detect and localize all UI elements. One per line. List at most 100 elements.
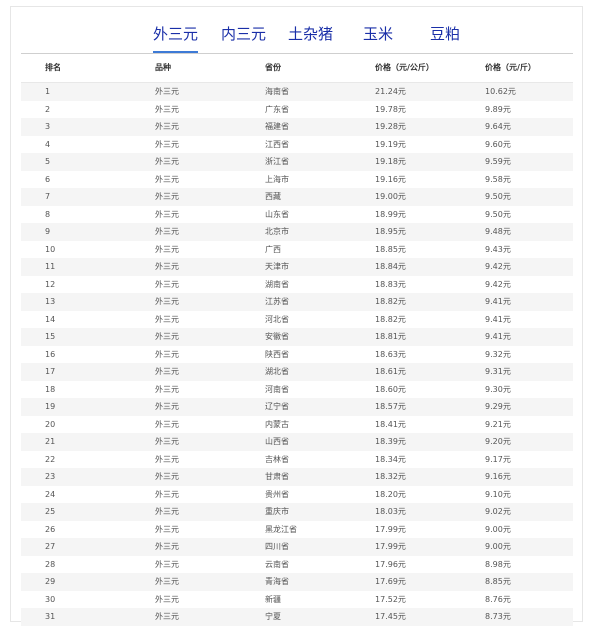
cell-rank: 28	[45, 559, 56, 569]
table-row: 5 外三元 浙江省 19.18元 9.59元	[21, 153, 573, 171]
cell-rank: 1	[45, 87, 51, 96]
cell-price-kg: 18.39元	[375, 437, 406, 446]
cell-price-jin: 8.76元	[485, 594, 511, 604]
cell-breed: 外三元	[155, 384, 179, 394]
cell-rank: 25	[45, 507, 56, 516]
cell-breed: 外三元	[155, 402, 179, 411]
cell-breed: 外三元	[155, 279, 179, 289]
cell-price-jin: 9.00元	[485, 524, 511, 534]
cell-province: 河南省	[265, 384, 289, 394]
tab-tu-za-zhu[interactable]: 土杂猪	[288, 19, 333, 51]
tab-yu-mi[interactable]: 玉米	[363, 19, 393, 51]
cell-province: 内蒙古	[265, 419, 289, 429]
table-row: 8 外三元 山东省 18.99元 9.50元	[21, 206, 573, 224]
cell-price-kg: 19.19元	[375, 139, 406, 149]
cell-province: 吉林省	[265, 454, 289, 464]
cell-price-jin: 9.48元	[485, 227, 511, 236]
cell-rank: 29	[45, 577, 56, 586]
tab-nei-san-yuan[interactable]: 内三元	[221, 19, 266, 51]
cell-price-jin: 8.73元	[485, 612, 511, 621]
cell-price-kg: 19.00元	[375, 192, 406, 201]
price-panel: 外三元 内三元 土杂猪 玉米 豆粕 排名 品种 省份 价格（元/公斤） 价格（元…	[10, 6, 584, 626]
cell-breed: 外三元	[155, 349, 179, 359]
cell-rank: 7	[45, 192, 51, 201]
table-row: 22 外三元 吉林省 18.34元 9.17元	[21, 451, 573, 469]
cell-rank: 12	[45, 279, 56, 289]
cell-province: 山东省	[265, 209, 289, 219]
cell-province: 浙江省	[265, 157, 289, 166]
cell-price-jin: 8.98元	[485, 559, 511, 569]
table-row: 28 外三元 云南省 17.96元 8.98元	[21, 556, 573, 574]
table-row: 31 外三元 宁夏 17.45元 8.73元	[21, 608, 573, 626]
cell-province: 辽宁省	[265, 402, 289, 411]
cell-province: 湖南省	[265, 279, 289, 289]
cell-breed: 外三元	[155, 559, 179, 569]
cell-rank: 24	[45, 489, 56, 499]
category-tabs: 外三元 内三元 土杂猪 玉米 豆粕	[11, 19, 584, 53]
cell-price-kg: 19.78元	[375, 104, 406, 114]
cell-price-kg: 18.32元	[375, 472, 406, 481]
cell-price-jin: 9.42元	[485, 262, 511, 271]
cell-province: 黑龙江省	[265, 524, 297, 534]
cell-rank: 30	[45, 594, 56, 604]
cell-breed: 外三元	[155, 612, 179, 621]
cell-province: 河北省	[265, 314, 289, 324]
table-row: 7 外三元 西藏 19.00元 9.50元	[21, 188, 573, 206]
table-row: 10 外三元 广西 18.85元 9.43元	[21, 241, 573, 259]
table-row: 18 外三元 河南省 18.60元 9.30元	[21, 381, 573, 399]
cell-rank: 18	[45, 384, 56, 394]
cell-breed: 外三元	[155, 139, 179, 149]
cell-price-kg: 21.24元	[375, 87, 406, 96]
cell-price-kg: 18.20元	[375, 489, 406, 499]
table-row: 29 外三元 青海省 17.69元 8.85元	[21, 573, 573, 591]
cell-province: 福建省	[265, 122, 289, 131]
cell-price-jin: 9.42元	[485, 279, 511, 289]
table-row: 13 外三元 江苏省 18.82元 9.41元	[21, 293, 573, 311]
cell-price-kg: 18.61元	[375, 367, 406, 376]
table-row: 26 外三元 黑龙江省 17.99元 9.00元	[21, 521, 573, 539]
cell-province: 上海市	[265, 174, 289, 184]
cell-province: 天津市	[265, 262, 289, 271]
price-table: 排名 品种 省份 价格（元/公斤） 价格（元/斤） 1 外三元 海南省 21.24元 1…	[21, 53, 573, 626]
cell-province: 四川省	[265, 542, 289, 551]
cell-price-jin: 9.10元	[485, 489, 511, 499]
cell-rank: 2	[45, 104, 51, 114]
cell-price-kg: 18.99元	[375, 209, 406, 219]
cell-price-kg: 18.34元	[375, 454, 406, 464]
header-province: 省份	[265, 63, 281, 72]
cell-rank: 5	[45, 157, 51, 166]
table-row: 14 外三元 河北省 18.82元 9.41元	[21, 311, 573, 329]
cell-province: 江苏省	[265, 297, 289, 306]
cell-province: 海南省	[265, 87, 289, 96]
cell-rank: 9	[45, 227, 51, 236]
cell-breed: 外三元	[155, 367, 179, 376]
cell-breed: 外三元	[155, 209, 179, 219]
table-row: 25 外三元 重庆市 18.03元 9.02元	[21, 503, 573, 521]
tab-dou-po[interactable]: 豆粕	[430, 19, 460, 51]
cell-price-jin: 9.41元	[485, 332, 511, 341]
cell-breed: 外三元	[155, 577, 179, 586]
cell-province: 宁夏	[265, 612, 281, 621]
cell-rank: 22	[45, 454, 56, 464]
cell-rank: 8	[45, 209, 51, 219]
table-row: 6 外三元 上海市 19.16元 9.58元	[21, 171, 573, 189]
cell-rank: 26	[45, 524, 56, 534]
table-header-row: 排名 品种 省份 价格（元/公斤） 价格（元/斤）	[21, 54, 573, 83]
cell-rank: 13	[45, 297, 56, 306]
cell-rank: 15	[45, 332, 56, 341]
cell-price-jin: 9.32元	[485, 349, 511, 359]
cell-price-jin: 9.20元	[485, 437, 511, 446]
table-row: 16 外三元 陕西省 18.63元 9.32元	[21, 346, 573, 364]
cell-price-kg: 18.82元	[375, 297, 406, 306]
cell-price-kg: 17.99元	[375, 542, 406, 551]
cell-breed: 外三元	[155, 297, 179, 306]
cell-price-kg: 17.45元	[375, 612, 406, 621]
table-row: 20 外三元 内蒙古 18.41元 9.21元	[21, 416, 573, 434]
header-rank: 排名	[45, 63, 61, 72]
tab-wai-san-yuan[interactable]: 外三元	[153, 19, 199, 53]
cell-rank: 11	[45, 262, 56, 271]
cell-price-jin: 8.85元	[485, 577, 511, 586]
cell-price-jin: 9.30元	[485, 384, 511, 394]
cell-rank: 17	[45, 367, 56, 376]
cell-price-jin: 9.29元	[485, 402, 511, 411]
